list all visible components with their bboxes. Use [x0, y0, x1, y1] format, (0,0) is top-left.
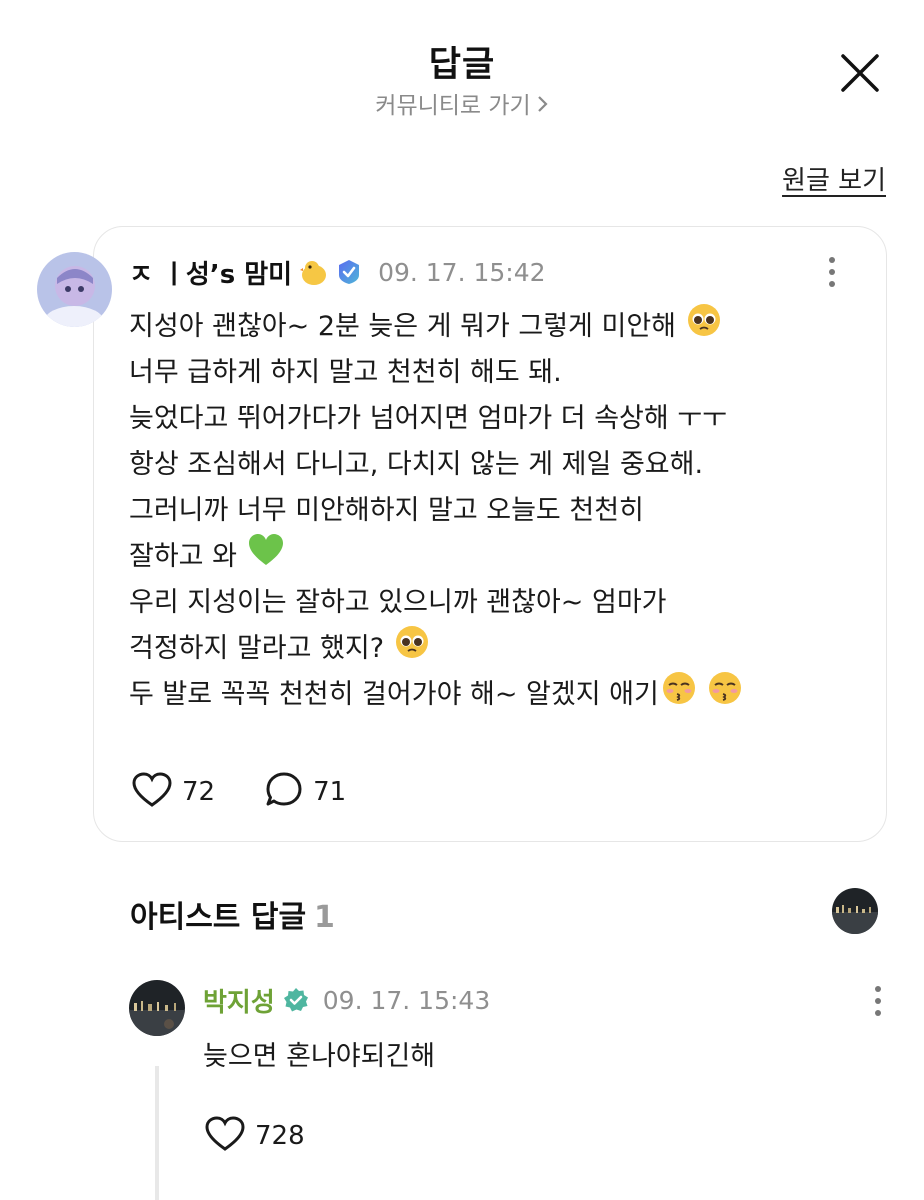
post-line: 두 발로 꼭꼭 천천히 걸어가야 해~ 알겠지 애기	[129, 670, 859, 721]
post-line: 항상 조심해서 다니고, 다치지 않는 게 제일 중요해.	[129, 449, 704, 480]
post-author[interactable]: ㅈ ㅣ성’s 맘미	[129, 254, 292, 291]
reply-meta: 박지성 09. 17. 15:43	[203, 980, 490, 1020]
page-title: 답글	[428, 45, 496, 85]
go-to-community-link[interactable]: 커뮤니티로 가기	[0, 86, 924, 120]
pleading-face-emoji	[394, 624, 430, 675]
view-original-post-link[interactable]: 원글 보기	[782, 160, 886, 197]
reply-like-count: 728	[255, 1121, 305, 1151]
reply-like-button[interactable]: 728	[205, 1116, 305, 1156]
reply-text: 늦으면 혼나야되긴해	[203, 1041, 436, 1072]
more-options-icon[interactable]	[826, 255, 838, 289]
kissing-face-emoji	[707, 670, 743, 721]
reply-more-options-icon[interactable]	[872, 984, 884, 1018]
post-meta: ㅈ ㅣ성’s 맘미 09. 17. 15:42	[129, 252, 546, 292]
comment-count: 71	[313, 777, 347, 807]
post-line: 너무 급하게 하지 말고 천천히 해도 돼.	[129, 357, 562, 388]
verified-badge-icon	[336, 259, 362, 285]
go-to-community-label: 커뮤니티로 가기	[375, 93, 531, 119]
reply-timestamp: 09. 17. 15:43	[322, 985, 491, 1015]
comment-button[interactable]: 71	[265, 771, 346, 813]
chevron-right-icon	[537, 93, 549, 119]
artist-replies-label: 아티스트 답글	[130, 900, 307, 935]
verified-badge-icon	[283, 987, 309, 1013]
post-line: 지성아 괜찮아~ 2분 늦은 게 뭐가 그렇게 미안해	[129, 302, 859, 353]
heart-icon	[205, 1116, 245, 1156]
avatar[interactable]	[37, 252, 112, 327]
chick-icon	[300, 258, 328, 286]
like-button[interactable]: 72	[132, 772, 215, 812]
like-count: 72	[182, 777, 216, 807]
post-line: 늦었다고 뛰어가다가 넘어지면 엄마가 더 속상해 ㅜㅜ	[129, 403, 727, 434]
artist-avatar[interactable]	[832, 888, 878, 934]
post-line: 우리 지성이는 잘하고 있으니까 괜찮아~ 엄마가	[129, 587, 667, 618]
thread-line	[155, 1066, 159, 1200]
artist-replies-heading: 아티스트 답글 1	[130, 892, 335, 936]
close-icon[interactable]	[840, 53, 880, 93]
post-line: 그러니까 너무 미안해하지 말고 오늘도 천천히	[129, 495, 644, 526]
post-line: 걱정하지 말라고 했지?	[129, 624, 859, 675]
reply-author[interactable]: 박지성	[203, 982, 275, 1019]
artist-replies-count: 1	[314, 900, 335, 935]
reply-author-avatar[interactable]	[129, 980, 185, 1036]
post-timestamp: 09. 17. 15:42	[378, 257, 546, 287]
post-body: 지성아 괜찮아~ 2분 늦은 게 뭐가 그렇게 미안해 너무 급하게 하지 말고…	[129, 302, 859, 721]
kissing-face-emoji	[661, 670, 697, 721]
heart-icon	[132, 772, 172, 812]
comment-bubble-icon	[265, 771, 303, 813]
green-heart-emoji	[247, 532, 285, 583]
pleading-face-emoji	[686, 302, 722, 353]
post-actions: 72 71	[132, 772, 346, 812]
post-line: 잘하고 와	[129, 532, 859, 583]
